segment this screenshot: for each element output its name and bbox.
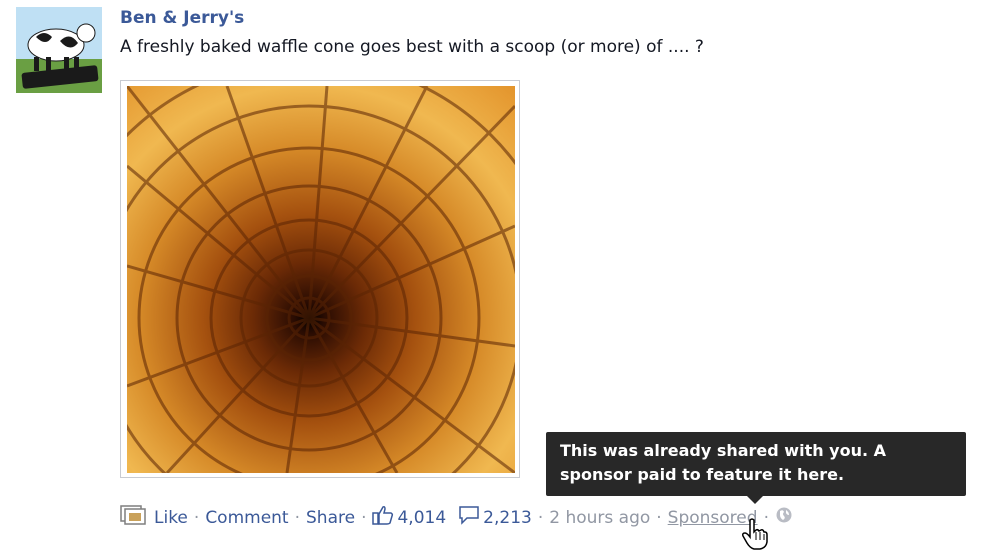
thumbs-up-icon[interactable] xyxy=(372,505,394,530)
page-name-link[interactable]: Ben & Jerry's xyxy=(120,8,244,28)
sponsored-tooltip: This was already shared with you. A spon… xyxy=(546,432,966,496)
post-message: A freshly baked waffle cone goes best wi… xyxy=(120,37,704,57)
post-photo[interactable] xyxy=(120,80,520,478)
separator: · xyxy=(656,507,662,528)
page-avatar[interactable] xyxy=(16,7,102,93)
like-count[interactable]: 4,014 xyxy=(397,508,446,528)
comment-link[interactable]: Comment xyxy=(205,508,288,528)
separator: · xyxy=(537,507,544,528)
hand-cursor-icon xyxy=(742,518,768,554)
separator: · xyxy=(193,507,200,528)
comment-count[interactable]: 2,213 xyxy=(483,508,532,528)
tooltip-arrow xyxy=(747,496,763,504)
separator: · xyxy=(294,507,301,528)
globe-icon[interactable] xyxy=(775,506,793,529)
separator: · xyxy=(361,507,367,528)
post-timestamp[interactable]: 2 hours ago xyxy=(549,508,650,528)
share-link[interactable]: Share xyxy=(306,508,355,528)
shared-post-icon xyxy=(120,505,146,530)
waffle-cone-photo xyxy=(127,86,515,473)
post-actions-bar: Like · Comment · Share · 4,014 2,213 · 2… xyxy=(120,505,793,530)
like-link[interactable]: Like xyxy=(154,508,188,528)
speech-bubble-icon[interactable] xyxy=(458,505,480,530)
